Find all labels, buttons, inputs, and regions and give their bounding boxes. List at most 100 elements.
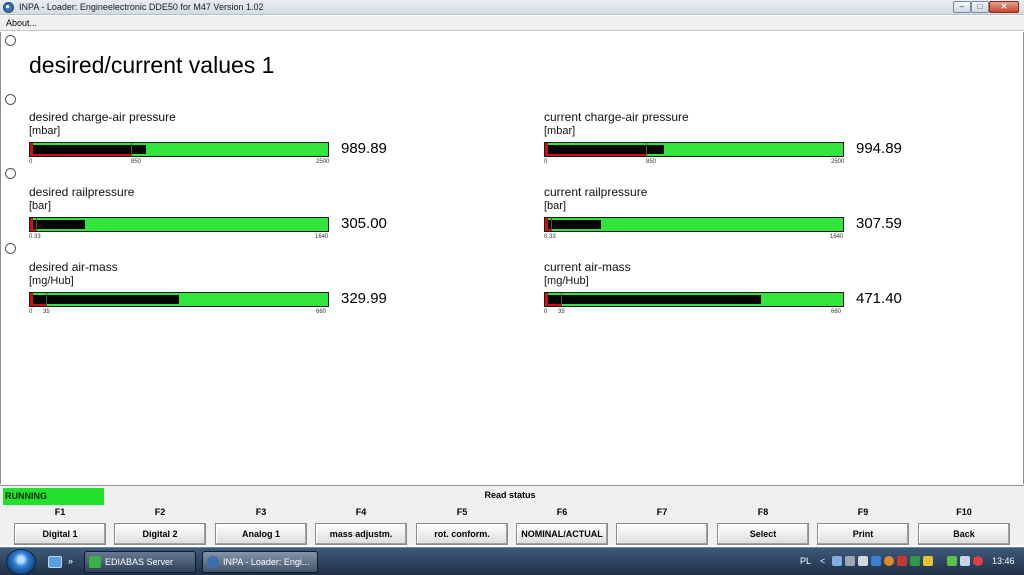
taskbar-item-inpa[interactable]: INPA - Loader: Engi... — [202, 551, 318, 573]
gauge: desired charge-air pressure [mbar] 989.89 0… — [29, 110, 409, 180]
gauge-fill — [30, 220, 85, 229]
gauge-tick-label: 660 — [316, 309, 327, 315]
gauge-limit-marker — [545, 218, 548, 231]
gauge-threshold-mark — [561, 293, 562, 306]
gauge-label: desired charge-air pressure — [29, 110, 176, 124]
gauge: desired air-mass [mg/Hub] 329.99 0 35 660 — [29, 260, 409, 330]
status-bar: RUNNING Read status F1 Digital 1 F2 Digital… — [0, 485, 1024, 545]
window-title: INPA - Loader: Engineelectronic DDE50 fo… — [19, 2, 264, 12]
gauge-tick-label: 850 — [646, 159, 657, 165]
running-indicator: RUNNING — [3, 488, 104, 505]
gauge-tick-label: 660 — [831, 309, 842, 315]
gauge: current air-mass [mg/Hub] 471.40 0 35 660 — [544, 260, 924, 330]
menu-bar: About... — [0, 16, 1024, 31]
gauge-value: 989.89 — [341, 140, 387, 157]
function-button-f7[interactable] — [616, 523, 708, 545]
gauge-tick-label: 35 — [558, 309, 565, 315]
network-icon[interactable] — [832, 556, 842, 566]
gauge-threshold-mark — [36, 218, 37, 231]
close-button[interactable]: ✕ — [989, 1, 1019, 13]
gauge-value: 994.89 — [856, 140, 902, 157]
gauge: desired railpressure [bar] 305.00 0 33 1640 — [29, 185, 409, 255]
gauge-tick-label: 35 — [43, 309, 50, 315]
maximize-button[interactable]: □ — [971, 1, 989, 13]
page-title: desired/current values 1 — [29, 52, 275, 78]
gauge-limit-marker — [30, 218, 33, 231]
tray-app-icon[interactable] — [910, 556, 920, 566]
language-indicator[interactable]: PL — [800, 556, 811, 567]
tray-app-icon[interactable] — [858, 556, 868, 566]
taskbar-item-label: EDIABAS Server — [105, 557, 174, 567]
gauge-bar — [29, 217, 329, 232]
gauge-tick-label: 2500 — [316, 159, 330, 165]
gauge-tick-label: 1640 — [315, 234, 329, 240]
gauge-unit: [mg/Hub] — [29, 275, 74, 287]
gauge-unit: [bar] — [29, 200, 52, 212]
gauge: current charge-air pressure [mbar] 994.89 0… — [544, 110, 924, 180]
radio-button[interactable] — [5, 168, 16, 179]
signal-icon[interactable] — [960, 556, 970, 566]
tray-app-icon[interactable] — [897, 556, 907, 566]
read-status-label: Read status — [484, 490, 536, 500]
taskbar-clock[interactable]: 13:46 — [992, 556, 1015, 567]
gauge-threshold-mark — [551, 218, 552, 231]
function-key-label-f10: F10 — [956, 507, 972, 517]
gauge-tick-label: 2500 — [831, 159, 845, 165]
gauge-unit: [bar] — [544, 200, 567, 212]
gauge-unit: [mbar] — [29, 125, 61, 137]
gauge-unit: [mg/Hub] — [544, 275, 589, 287]
gauge-limit-marker — [30, 143, 33, 156]
function-button-f2[interactable]: Digital 2 — [114, 523, 206, 545]
function-button-f10[interactable]: Back — [918, 523, 1010, 545]
main-content: desired/current values 1 desired charge-… — [0, 32, 1024, 484]
battery-icon[interactable] — [947, 556, 957, 566]
volume-icon[interactable] — [973, 556, 983, 566]
minimize-button[interactable]: – — [953, 1, 971, 13]
function-button-f9[interactable]: Print — [817, 523, 909, 545]
menu-about[interactable]: About... — [6, 18, 37, 29]
gauge-label: current air-mass — [544, 260, 631, 274]
function-key-label-f6: F6 — [556, 507, 568, 517]
function-button-f3[interactable]: Analog 1 — [215, 523, 307, 545]
gauge-tick-label: 0 — [544, 309, 548, 315]
gauge-value: 305.00 — [341, 215, 387, 232]
function-key-label-f1: F1 — [54, 507, 66, 517]
gauge-threshold-mark — [646, 143, 647, 156]
function-button-f4[interactable]: mass adjustm. — [315, 523, 407, 545]
gauge-limit-marker — [545, 143, 548, 156]
gauge-tick-label: 0 — [29, 159, 33, 165]
radio-button[interactable] — [5, 243, 16, 254]
tray-app-icon[interactable] — [884, 556, 894, 566]
function-button-f6[interactable]: NOMINAL/ACTUAL — [516, 523, 608, 545]
tray-expand-chevron[interactable]: < — [820, 556, 825, 567]
tray-app-icon[interactable] — [923, 556, 933, 566]
tray-app-icon[interactable] — [845, 556, 855, 566]
gauge-bar — [544, 292, 844, 307]
gauge-fill — [545, 220, 601, 229]
radio-button[interactable] — [5, 94, 16, 105]
gauge-tick-label: 850 — [131, 159, 142, 165]
gauge-label: desired air-mass — [29, 260, 118, 274]
function-button-f1[interactable]: Digital 1 — [14, 523, 106, 545]
tray-app-icon[interactable] — [871, 556, 881, 566]
gauge-label: current charge-air pressure — [544, 110, 689, 124]
start-button[interactable] — [6, 549, 36, 575]
function-key-label-f2: F2 — [154, 507, 166, 517]
function-key-label-f9: F9 — [857, 507, 869, 517]
gauge-threshold-mark — [46, 293, 47, 306]
gauge-tick-label: 0 33 — [544, 234, 556, 240]
gauge-bar — [29, 142, 329, 157]
taskbar-item-ediabas[interactable]: EDIABAS Server — [84, 551, 196, 573]
gauge-label: desired railpressure — [29, 185, 135, 199]
gauge-tick-label: 1640 — [830, 234, 844, 240]
show-desktop-icon[interactable] — [48, 556, 62, 568]
radio-button[interactable] — [5, 35, 16, 46]
ediabas-icon — [89, 556, 101, 568]
function-button-f8[interactable]: Select — [717, 523, 809, 545]
quick-launch-arrow[interactable]: » — [68, 556, 73, 567]
gauge-value: 471.40 — [856, 290, 902, 307]
gauge-bar — [544, 217, 844, 232]
gauge: current railpressure [bar] 307.59 0 33 1640 — [544, 185, 924, 255]
function-key-label-f4: F4 — [355, 507, 367, 517]
function-button-f5[interactable]: rot. conform. — [416, 523, 508, 545]
